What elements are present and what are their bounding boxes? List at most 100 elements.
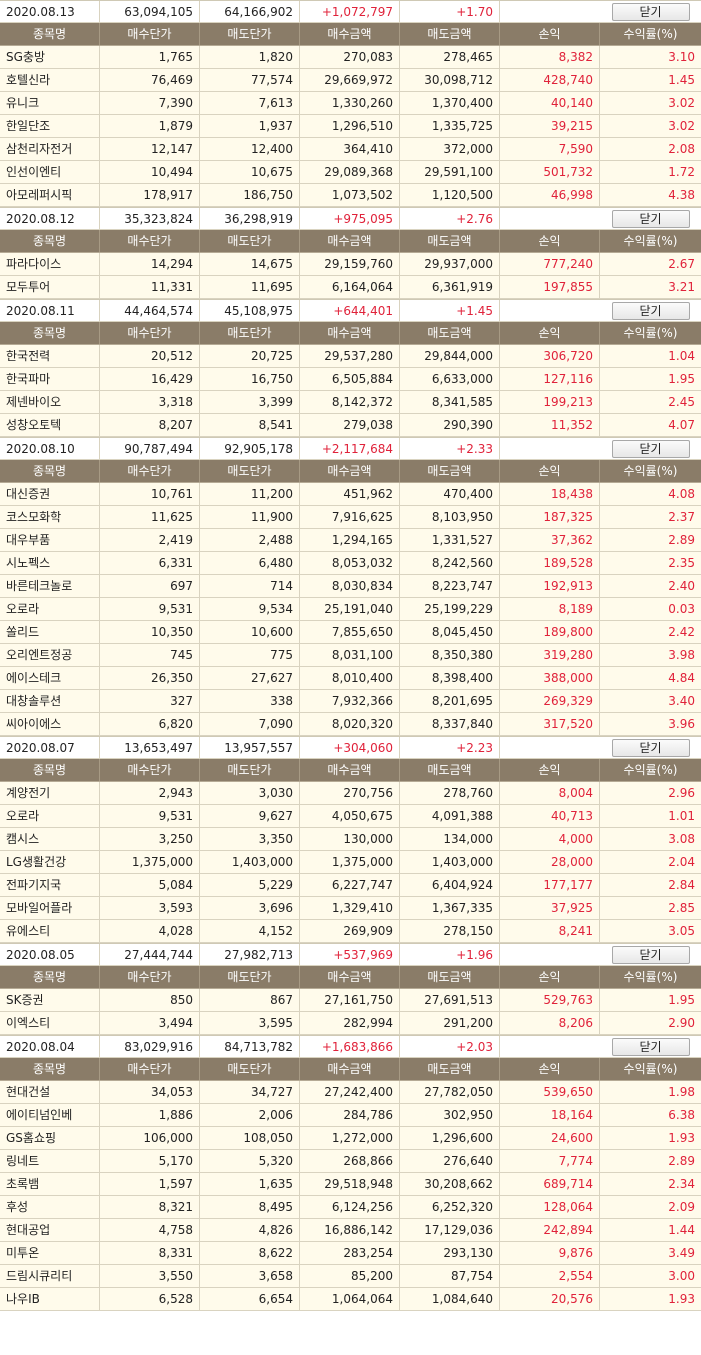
cell-buy-price: 10,761: [100, 483, 200, 505]
cell-name: 이엑스티: [0, 1012, 100, 1034]
cell-sell-price: 8,622: [200, 1242, 300, 1264]
summary-buy-total: 44,464,574: [100, 300, 200, 321]
cell-profit: 7,774: [500, 1150, 600, 1172]
cell-sell-price: 6,480: [200, 552, 300, 574]
summary-rate: +2.33: [400, 438, 500, 459]
cell-buy-price: 745: [100, 644, 200, 666]
cell-buy-amount: 1,296,510: [300, 115, 400, 137]
cell-sell-amount: 293,130: [400, 1242, 500, 1264]
header-return-rate: 수익률(%): [623, 1062, 678, 1076]
cell-buy-price: 6,331: [100, 552, 200, 574]
cell-sell-price: 108,050: [200, 1127, 300, 1149]
cell-buy-price: 26,350: [100, 667, 200, 689]
cell-name: 드림시큐리티: [0, 1265, 100, 1287]
cell-buy-amount: 364,410: [300, 138, 400, 160]
cell-profit: 46,998: [500, 184, 600, 206]
cell-name: 대신증권: [0, 483, 100, 505]
cell-buy-price: 1,375,000: [100, 851, 200, 873]
close-button[interactable]: 닫기: [611, 440, 690, 458]
cell-return-rate: 2.09: [668, 1200, 695, 1214]
header-buy-amount: 매수금액: [300, 966, 400, 988]
trade-day-group: 2020.08.04 83,029,916 84,713,782 +1,683,866…: [0, 1035, 701, 1311]
cell-return-rate: 3.21: [668, 280, 695, 294]
cell-name: 계양전기: [0, 782, 100, 804]
cell-buy-price: 1,597: [100, 1173, 200, 1195]
cell-name: 에이티넘인베: [0, 1104, 100, 1126]
close-button[interactable]: 닫기: [611, 946, 690, 964]
header-buy-amount: 매수금액: [300, 230, 400, 252]
close-button[interactable]: 닫기: [611, 302, 690, 320]
header-buy-price: 매수단가: [100, 23, 200, 45]
cell-return-rate: 3.05: [668, 924, 695, 938]
cell-buy-price: 3,250: [100, 828, 200, 850]
table-row: 한일단조 1,879 1,937 1,296,510 1,335,725 39,215 3.…: [0, 115, 701, 138]
header-sell-amount: 매도금액: [400, 460, 500, 482]
cell-sell-amount: 8,045,450: [400, 621, 500, 643]
summary-action-cell: 닫기: [600, 1, 701, 22]
cell-sell-price: 8,541: [200, 414, 300, 436]
cell-profit: 8,189: [500, 598, 600, 620]
cell-buy-price: 106,000: [100, 1127, 200, 1149]
cell-buy-amount: 8,053,032: [300, 552, 400, 574]
header-buy-amount: 매수금액: [300, 1058, 400, 1080]
summary-rate: +1.45: [400, 300, 500, 321]
cell-sell-price: 714: [200, 575, 300, 597]
header-sell-price: 매도단가: [200, 966, 300, 988]
cell-buy-price: 4,028: [100, 920, 200, 942]
close-button[interactable]: 닫기: [611, 739, 690, 757]
cell-sell-amount: 1,370,400: [400, 92, 500, 114]
cell-name: 씨아이에스: [0, 713, 100, 735]
cell-profit: 197,855: [500, 276, 600, 298]
table-row: 모바일어플라 3,593 3,696 1,329,410 1,367,335 37,925…: [0, 897, 701, 920]
summary-buy-total: 27,444,744: [100, 944, 200, 965]
cell-sell-price: 7,613: [200, 92, 300, 114]
header-name: 종목명: [0, 230, 100, 252]
header-name: 종목명: [0, 23, 100, 45]
cell-sell-amount: 87,754: [400, 1265, 500, 1287]
cell-sell-price: 9,534: [200, 598, 300, 620]
cell-sell-amount: 1,335,725: [400, 115, 500, 137]
header-name: 종목명: [0, 1058, 100, 1080]
cell-profit: 428,740: [500, 69, 600, 91]
close-button[interactable]: 닫기: [611, 1038, 690, 1056]
header-sell-price: 매도단가: [200, 23, 300, 45]
close-button[interactable]: 닫기: [611, 3, 690, 21]
column-header-row: 종목명 매수단가 매도단가 매수금액 매도금액 손익 수익률(%): [0, 322, 701, 345]
column-header-row: 종목명 매수단가 매도단가 매수금액 매도금액 손익 수익률(%): [0, 23, 701, 46]
cell-name: GS홈쇼핑: [0, 1127, 100, 1149]
table-row: 유에스티 4,028 4,152 269,909 278,150 8,241 3.05: [0, 920, 701, 943]
table-row: 캠시스 3,250 3,350 130,000 134,000 4,000 3.08: [0, 828, 701, 851]
header-profit: 손익: [500, 23, 600, 45]
cell-buy-price: 14,294: [100, 253, 200, 275]
cell-sell-price: 1,937: [200, 115, 300, 137]
cell-buy-amount: 6,164,064: [300, 276, 400, 298]
table-row: 씨아이에스 6,820 7,090 8,020,320 8,337,840 317,520…: [0, 713, 701, 736]
cell-sell-amount: 302,950: [400, 1104, 500, 1126]
cell-buy-amount: 1,329,410: [300, 897, 400, 919]
cell-return-rate: 2.37: [668, 510, 695, 524]
cell-buy-price: 5,084: [100, 874, 200, 896]
cell-buy-amount: 282,994: [300, 1012, 400, 1034]
cell-buy-amount: 283,254: [300, 1242, 400, 1264]
cell-sell-price: 186,750: [200, 184, 300, 206]
cell-name: 현대공업: [0, 1219, 100, 1241]
day-summary-row: 2020.08.05 27,444,744 27,982,713 +537,969 +1…: [0, 943, 701, 966]
cell-sell-amount: 29,591,100: [400, 161, 500, 183]
cell-buy-amount: 451,962: [300, 483, 400, 505]
table-row: 현대건설 34,053 34,727 27,242,400 27,782,050 539,…: [0, 1081, 701, 1104]
header-buy-price: 매수단가: [100, 460, 200, 482]
cell-sell-price: 11,900: [200, 506, 300, 528]
cell-sell-price: 1,820: [200, 46, 300, 68]
cell-sell-amount: 290,390: [400, 414, 500, 436]
header-name: 종목명: [0, 460, 100, 482]
cell-sell-amount: 27,782,050: [400, 1081, 500, 1103]
header-return-rate: 수익률(%): [623, 27, 678, 41]
table-row: 이엑스티 3,494 3,595 282,994 291,200 8,206 2.90: [0, 1012, 701, 1035]
cell-return-rate: 1.72: [668, 165, 695, 179]
close-button[interactable]: 닫기: [611, 210, 690, 228]
day-summary-row: 2020.08.10 90,787,494 92,905,178 +2,117,684…: [0, 437, 701, 460]
cell-profit: 189,800: [500, 621, 600, 643]
summary-action-cell: 닫기: [600, 300, 701, 321]
table-row: 미투온 8,331 8,622 283,254 293,130 9,876 3.49: [0, 1242, 701, 1265]
cell-sell-price: 3,658: [200, 1265, 300, 1287]
